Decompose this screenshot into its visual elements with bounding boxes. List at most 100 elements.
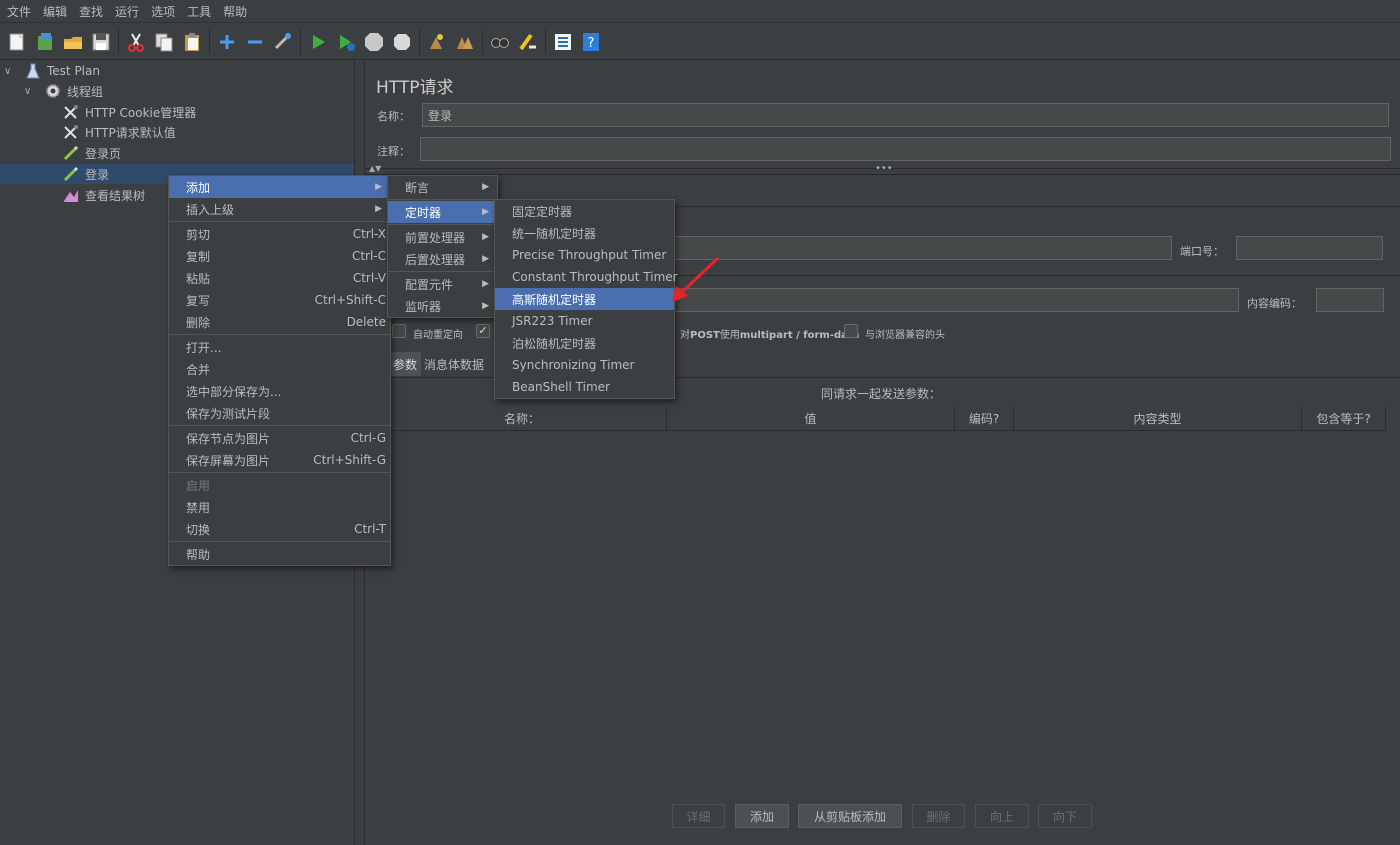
menu-item-cut[interactable]: 剪切 Ctrl-X: [169, 223, 390, 245]
menu-item-save-selection-as[interactable]: 选中部分保存为...: [169, 380, 390, 402]
toggle-icon[interactable]: [272, 31, 294, 53]
menu-separator: [169, 425, 390, 426]
reset-search-icon[interactable]: [517, 31, 539, 53]
wrench-icon: [62, 123, 80, 141]
multipart-label: 对POST使用multipart / form-data: [680, 330, 860, 341]
chevron-down-icon[interactable]: ∨: [4, 66, 16, 77]
name-field[interactable]: 登录: [422, 103, 1389, 127]
tree-node-login-page[interactable]: 登录页: [62, 143, 121, 163]
timer-item-constant-throughput[interactable]: Constant Throughput Timer: [495, 266, 678, 288]
column-encode[interactable]: 编码?: [955, 407, 1014, 431]
function-helper-icon[interactable]: [552, 31, 574, 53]
chevron-down-icon[interactable]: ∨: [24, 86, 36, 97]
timer-item-jsr223[interactable]: JSR223 Timer: [495, 310, 674, 332]
submenu-item-timer[interactable]: 定时器 ▶: [388, 201, 497, 223]
menu-item-open[interactable]: 打开...: [169, 336, 390, 358]
cut-icon[interactable]: [125, 31, 147, 53]
menu-item-delete[interactable]: 删除 Delete: [169, 311, 390, 333]
comment-field[interactable]: [420, 137, 1391, 161]
menu-help[interactable]: 帮助: [220, 3, 256, 20]
menu-item-save-node-image[interactable]: 保存节点为图片 Ctrl-G: [169, 427, 390, 449]
move-up-button[interactable]: 向上: [975, 804, 1029, 828]
timer-item-synchronizing[interactable]: Synchronizing Timer: [495, 354, 674, 376]
paste-icon[interactable]: [181, 31, 203, 53]
browser-headers-label: 与浏览器兼容的头: [865, 330, 945, 341]
timer-item-gaussian-random[interactable]: 高斯随机定时器: [495, 288, 674, 310]
port-label: 端口号：: [1180, 245, 1224, 258]
tab-body-data[interactable]: 消息体数据: [420, 352, 488, 376]
shutdown-icon[interactable]: [391, 31, 413, 53]
menu-item-duplicate[interactable]: 复写 Ctrl+Shift-C: [169, 289, 390, 311]
clear-all-icon[interactable]: [454, 31, 476, 53]
params-caption: 同请求一起发送参数：: [821, 387, 942, 401]
column-value[interactable]: 值: [667, 407, 955, 431]
tab-params[interactable]: 参数: [389, 352, 422, 376]
menu-tools[interactable]: 工具: [184, 3, 220, 20]
collapse-icon[interactable]: [244, 31, 266, 53]
open-icon[interactable]: [62, 31, 84, 53]
help-icon[interactable]: ?: [580, 31, 602, 53]
menu-item-help[interactable]: 帮助: [169, 543, 390, 565]
comment-label: 注释：: [377, 145, 410, 158]
delete-button[interactable]: 删除: [912, 804, 965, 828]
stop-icon[interactable]: [363, 31, 385, 53]
timer-item-poisson-random[interactable]: 泊松随机定时器: [495, 332, 674, 354]
server-field[interactable]: [670, 236, 1172, 260]
browser-headers-checkbox[interactable]: [844, 324, 858, 338]
timer-item-precise-throughput[interactable]: Precise Throughput Timer: [495, 244, 674, 266]
column-include-equals[interactable]: 包含等于?: [1302, 407, 1386, 431]
clear-icon[interactable]: [426, 31, 448, 53]
menu-item-merge[interactable]: 合并: [169, 358, 390, 380]
splitter-grip-icon[interactable]: •••: [875, 163, 893, 174]
tree-node-view-results-tree[interactable]: 查看结果树: [62, 185, 145, 205]
tree-node-cookie-manager[interactable]: HTTP Cookie管理器: [62, 102, 196, 122]
add-button[interactable]: 添加: [735, 804, 789, 828]
submenu-item-config-elements[interactable]: 配置元件 ▶: [388, 273, 497, 295]
menu-edit[interactable]: 编辑: [40, 3, 76, 20]
splitter-arrows-icon[interactable]: ▲▼: [369, 164, 381, 173]
templates-icon[interactable]: [34, 31, 56, 53]
move-down-button[interactable]: 向下: [1038, 804, 1092, 828]
start-no-pause-icon[interactable]: [335, 31, 357, 53]
column-content-type[interactable]: 内容类型: [1014, 407, 1302, 431]
tree-node-http-defaults[interactable]: HTTP请求默认值: [62, 122, 176, 142]
timer-item-beanshell[interactable]: BeanShell Timer: [495, 376, 674, 398]
tree-node-thread-group[interactable]: ∨ 线程组: [24, 81, 103, 101]
copy-icon[interactable]: [153, 31, 175, 53]
new-icon[interactable]: [6, 31, 28, 53]
path-field[interactable]: [670, 288, 1239, 312]
splitter[interactable]: ••• ▲▼: [365, 163, 1400, 175]
save-icon[interactable]: [90, 31, 112, 53]
menu-item-toggle[interactable]: 切换 Ctrl-T: [169, 518, 390, 540]
keepalive-checkbox[interactable]: ✓: [476, 324, 490, 338]
menu-item-save-screen-image[interactable]: 保存屏幕为图片 Ctrl+Shift-G: [169, 449, 390, 471]
submenu-item-listeners[interactable]: 监听器 ▶: [388, 295, 497, 317]
menu-item-enable[interactable]: 启用: [169, 474, 390, 496]
tree-node-test-plan[interactable]: ∨ Test Plan: [4, 61, 100, 81]
menu-item-paste[interactable]: 粘贴 Ctrl-V: [169, 267, 390, 289]
menu-run[interactable]: 运行: [112, 3, 148, 20]
menu-file[interactable]: 文件: [4, 3, 40, 20]
menu-item-disable[interactable]: 禁用: [169, 496, 390, 518]
timer-item-constant[interactable]: 固定定时器: [495, 200, 674, 222]
submenu-item-post-processors[interactable]: 后置处理器 ▶: [388, 248, 497, 270]
follow-redirects-checkbox[interactable]: [392, 324, 406, 338]
detail-button[interactable]: 详细: [672, 804, 725, 828]
content-encoding-field[interactable]: [1316, 288, 1384, 312]
submenu-item-pre-processors[interactable]: 前置处理器 ▶: [388, 226, 497, 248]
follow-redirects-label: 自动重定向: [413, 330, 463, 341]
port-field[interactable]: [1236, 236, 1383, 260]
start-icon[interactable]: [307, 31, 329, 53]
timer-item-uniform-random[interactable]: 统一随机定时器: [495, 222, 674, 244]
menu-item-copy[interactable]: 复制 Ctrl-C: [169, 245, 390, 267]
submenu-item-assertions[interactable]: 断言 ▶: [388, 176, 497, 198]
menu-item-insert-parent[interactable]: 插入上级 ▶: [169, 198, 390, 220]
menu-item-add[interactable]: 添加 ▶: [169, 176, 390, 198]
menu-item-save-as-fragment[interactable]: 保存为测试片段: [169, 402, 390, 424]
menu-options[interactable]: 选项: [148, 3, 184, 20]
expand-icon[interactable]: [216, 31, 238, 53]
add-from-clipboard-button[interactable]: 从剪贴板添加: [798, 804, 902, 828]
menu-search[interactable]: 查找: [76, 3, 112, 20]
column-name[interactable]: 名称：: [378, 407, 667, 431]
search-icon[interactable]: [489, 31, 511, 53]
